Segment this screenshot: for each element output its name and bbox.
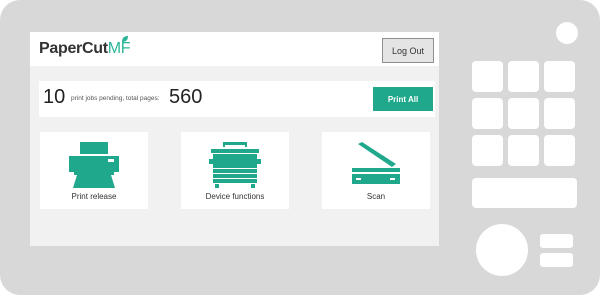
keypad-key[interactable] <box>472 61 503 92</box>
hardware-button-lower[interactable] <box>540 253 573 267</box>
printer-icon <box>69 142 119 188</box>
keypad-key[interactable] <box>508 61 539 92</box>
scanner-icon <box>352 142 400 184</box>
printer-device-body: PaperCutMF Log Out 10 print jobs pending… <box>0 0 600 295</box>
papercut-logo: PaperCutMF <box>39 36 131 58</box>
jobs-pending-count: 10 <box>43 86 66 108</box>
total-pages-count: 560 <box>169 86 203 108</box>
print-release-label: Print release <box>71 192 117 201</box>
device-functions-label: Device functions <box>205 192 265 201</box>
leaf-icon <box>122 36 128 42</box>
keypad-key[interactable] <box>508 135 539 166</box>
status-light <box>556 22 578 44</box>
scan-label: Scan <box>366 192 386 201</box>
keypad-key[interactable] <box>508 98 539 129</box>
log-out-button[interactable]: Log Out <box>382 38 434 63</box>
job-summary-bar: 10 print jobs pending, total pages: 560 … <box>39 81 435 117</box>
keypad-key[interactable] <box>472 135 503 166</box>
keypad-key[interactable] <box>472 98 503 129</box>
keypad-key[interactable] <box>544 98 575 129</box>
logo-main-text: PaperCut <box>39 40 108 57</box>
jobs-pending-text: print jobs pending, total pages: <box>71 95 160 102</box>
hardware-button-upper[interactable] <box>540 234 573 248</box>
copier-icon <box>209 142 261 188</box>
scan-tile[interactable]: Scan <box>322 132 430 209</box>
print-release-tile[interactable]: Print release <box>40 132 148 209</box>
control-dial[interactable] <box>476 224 528 276</box>
keypad-key[interactable] <box>544 135 575 166</box>
print-all-button[interactable]: Print All <box>373 87 433 111</box>
keypad-key[interactable] <box>544 61 575 92</box>
keypad-wide-key[interactable] <box>472 178 577 208</box>
top-bar: PaperCutMF Log Out <box>30 32 439 66</box>
touch-screen: PaperCutMF Log Out 10 print jobs pending… <box>30 32 439 246</box>
device-functions-tile[interactable]: Device functions <box>181 132 289 209</box>
